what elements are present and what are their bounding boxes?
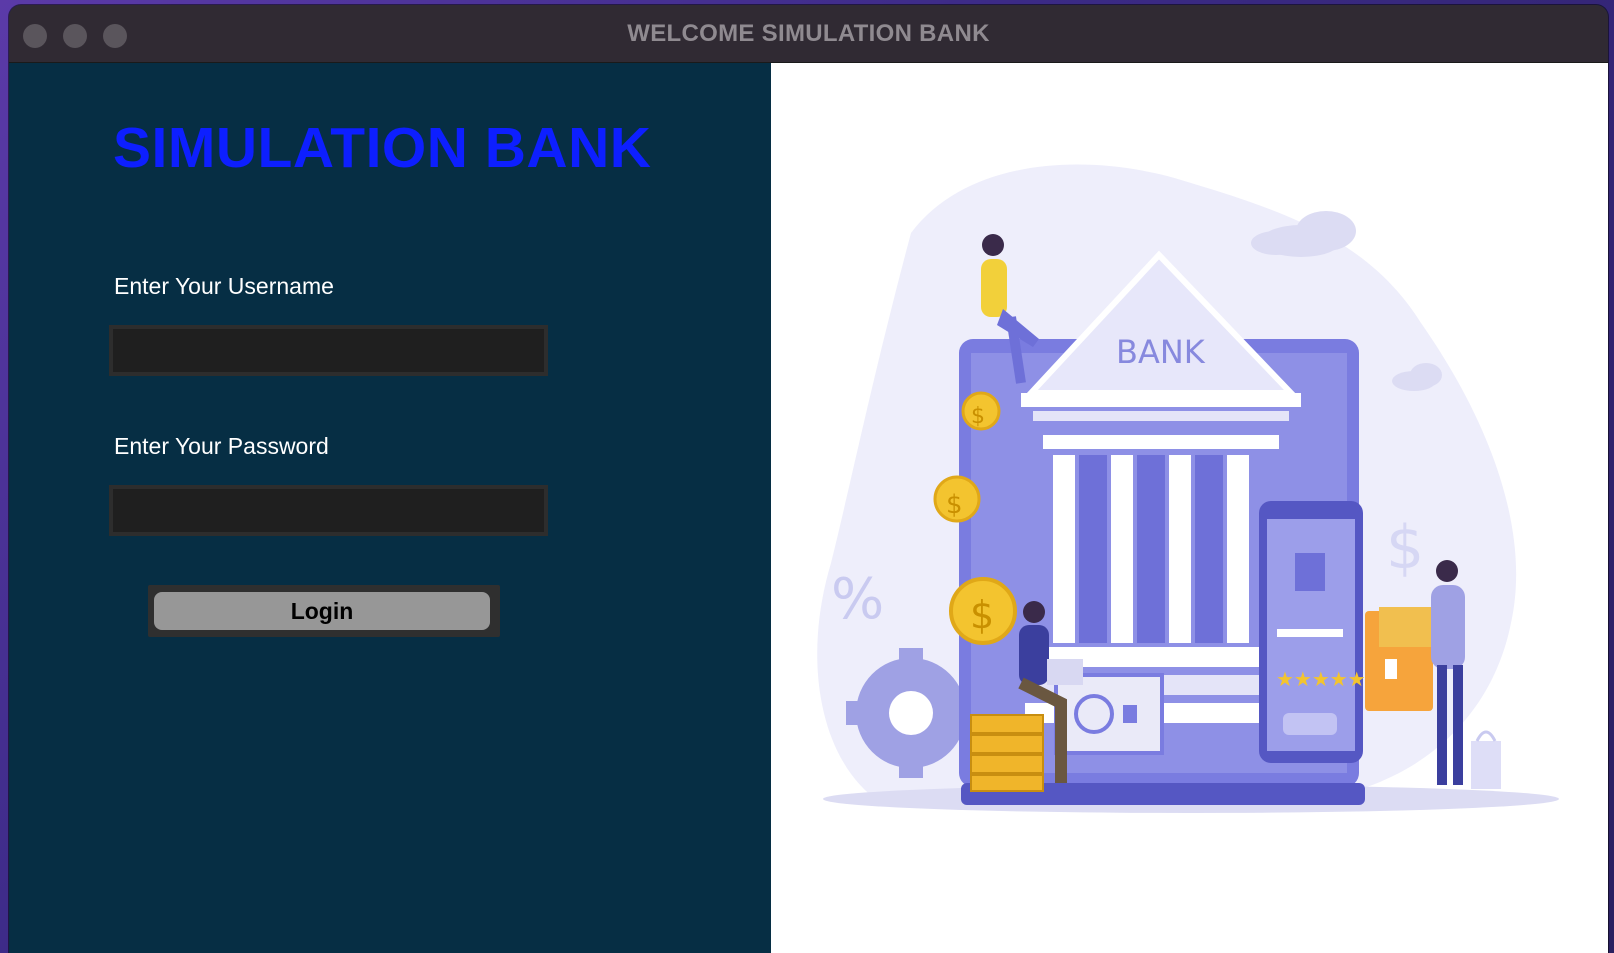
svg-text:$: $: [946, 490, 963, 520]
login-button[interactable]: Login: [154, 592, 490, 630]
password-field[interactable]: [109, 485, 548, 536]
window-title: WELCOME SIMULATION BANK: [627, 20, 990, 47]
bank-illustration: % $ BANK $ $ $ ★★★★★: [817, 164, 1559, 813]
card-icon: [1365, 607, 1439, 711]
title-bar: WELCOME SIMULATION BANK: [9, 5, 1608, 63]
username-field[interactable]: [109, 325, 548, 376]
bag-icon: [1471, 730, 1501, 789]
dollar-icon: $: [1386, 513, 1424, 583]
banknote-icon: [1054, 673, 1164, 755]
login-panel: SIMULATION BANK Enter Your Username Ente…: [9, 63, 771, 953]
bank-heading: SIMULATION BANK: [113, 116, 652, 180]
app-window: WELCOME SIMULATION BANK SIMULATION BANK …: [9, 5, 1608, 953]
svg-text:$: $: [971, 404, 985, 429]
svg-text:$: $: [970, 593, 994, 637]
bank-sign-text: BANK: [1116, 333, 1206, 371]
svg-text:★★★★★: ★★★★★: [1276, 667, 1366, 691]
username-input[interactable]: [113, 329, 544, 372]
username-label: Enter Your Username: [114, 273, 334, 299]
illustration-panel: % $ BANK $ $ $ ★★★★★: [771, 63, 1608, 953]
percent-icon: %: [831, 567, 884, 632]
phone-icon: ★★★★★: [1259, 501, 1366, 763]
login-button-frame: Login: [148, 585, 500, 637]
password-label: Enter Your Password: [114, 433, 329, 459]
password-input[interactable]: [113, 489, 544, 532]
